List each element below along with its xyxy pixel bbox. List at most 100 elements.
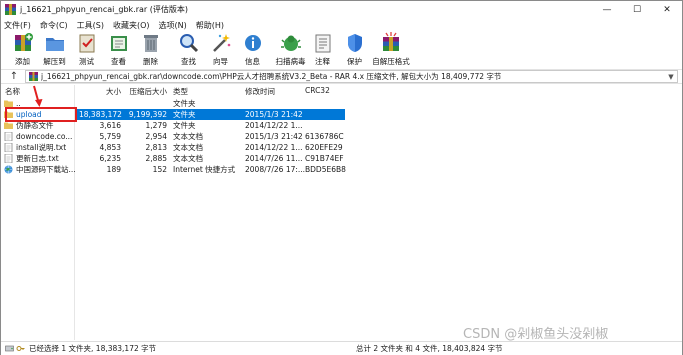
file-row-upload[interactable]: upload 18,383,172 9,199,392 文件夹 2015/1/3… [1,109,682,120]
window-title: j_16621_phpyun_rencai_gbk.rar (评估版本) [20,5,188,14]
column-type-header[interactable]: 类型 [173,86,188,97]
file-row-parent[interactable]: .. 文件夹 [1,98,682,109]
view-label: 查看 [111,57,126,66]
file-row-rewrite[interactable]: 伪静态文件 3,616 1,279 文件夹 2014/12/22 1... [1,120,682,131]
annotation-arrow [33,85,43,107]
sfx-label: 自解压格式 [372,57,410,66]
file-packed-size: 152 [152,165,167,174]
text-file-icon [4,143,13,152]
file-list: 名称 大小 压缩后大小 类型 修改时间 CRC32 .. 文件夹 upload [1,85,682,340]
file-row-shortcut[interactable]: 中国源码下载站... 189 152 Internet 快捷方式 2008/7/… [1,164,682,175]
find-button[interactable]: 查找 [173,32,204,67]
extract-to-button[interactable]: 解压到 [39,32,70,67]
file-name: install说明.txt [16,143,67,152]
file-name: 中国源码下载站... [16,165,76,174]
path-field[interactable]: j_16621_phpyun_rencai_gbk.rar\downcode.c… [25,70,678,83]
add-button[interactable]: 添加 [7,32,38,67]
menu-options[interactable]: 选项(N) [159,20,187,31]
trash-icon [143,35,158,52]
close-button[interactable]: ✕ [652,1,682,18]
globe-icon [4,165,13,174]
file-type: Internet 快捷方式 [173,165,236,174]
column-crc-header[interactable]: CRC32 [305,86,330,95]
file-packed-size: 2,885 [145,154,167,163]
view-button[interactable]: 查看 [103,32,134,67]
minimize-icon: — [602,4,612,15]
arrow-up-icon: ↑ [9,71,19,82]
file-modified: 2014/12/22 1... [245,143,303,152]
protect-label: 保护 [347,57,362,66]
maximize-button[interactable]: ☐ [622,1,652,18]
file-packed-size: 2,813 [145,143,167,152]
test-label: 测试 [79,57,94,66]
info-button[interactable]: 信息 [237,32,268,67]
comment-label: 注释 [315,57,330,66]
file-type: 文件夹 [173,121,196,130]
column-name-header[interactable]: 名称 [5,86,20,97]
status-bar: 已经选择 1 文件夹, 18,383,172 字节 总计 2 文件夹 和 4 文… [1,341,682,355]
column-modified-header[interactable]: 修改时间 [245,86,275,97]
up-level-button[interactable]: ↑ [7,70,21,84]
winrar-window: j_16621_phpyun_rencai_gbk.rar (评估版本) — ☐… [0,0,683,355]
wizard-label: 向导 [213,57,228,66]
menu-commands[interactable]: 命令(C) [40,20,68,31]
key-icon [16,346,25,351]
test-button[interactable]: 测试 [71,32,102,67]
find-label: 查找 [181,57,196,66]
winrar-app-icon [5,4,16,15]
file-row-install[interactable]: install说明.txt 4,853 2,813 文本文档 2014/12/2… [1,142,682,153]
protect-button[interactable]: 保护 [339,32,370,67]
comment-icon [315,34,330,53]
file-packed-size: 9,199,392 [128,110,167,119]
sfx-button[interactable]: 自解压格式 [371,32,411,67]
sfx-icon [383,32,399,51]
info-icon [244,35,261,51]
add-label: 添加 [15,57,30,66]
file-modified: 2008/7/26 17:... [245,165,306,174]
text-file-icon [4,154,13,163]
file-type: 文本文档 [173,154,203,163]
shield-icon [347,34,362,52]
magnifier-icon [179,34,198,53]
file-packed-size: 1,279 [145,121,167,130]
total-status: 总计 2 文件夹 和 4 文件, 18,403,824 字节 [356,344,503,353]
address-bar: ↑ j_16621_phpyun_rencai_gbk.rar\downcode… [1,69,682,84]
menu-tools[interactable]: 工具(S) [77,20,104,31]
column-size-header[interactable]: 大小 [97,86,121,97]
column-header-row: 名称 大小 压缩后大小 类型 修改时间 CRC32 [1,86,682,98]
comment-button[interactable]: 注释 [307,32,338,67]
column-packed-header[interactable]: 压缩后大小 [127,86,168,97]
file-type: 文件夹 [173,110,196,119]
wizard-button[interactable]: 向导 [205,32,236,67]
add-archive-icon [14,33,33,51]
info-label: 信息 [245,57,260,66]
file-size: 3,616 [99,121,121,130]
virus-scan-button[interactable]: 扫描病毒 [275,32,306,67]
close-icon: ✕ [663,4,671,15]
menu-help[interactable]: 帮助(H) [196,20,224,31]
virus-scan-label: 扫描病毒 [275,57,306,66]
toolbar: 添加 解压到 测试 查看 删除 查找 向导 信息 扫描病毒 注释 保护 自解压格… [1,32,682,68]
file-type: 文件夹 [173,99,196,108]
delete-button[interactable]: 删除 [135,32,166,67]
file-row-downcode[interactable]: downcode.co... 5,759 2,954 文本文档 2015/1/3… [1,131,682,142]
menu-favorites[interactable]: 收藏夹(O) [113,20,150,31]
wand-icon [212,34,230,52]
chevron-down-icon[interactable]: ▼ [665,73,677,81]
file-size: 4,853 [99,143,121,152]
view-book-icon [110,36,127,51]
file-packed-size: 2,954 [145,132,167,141]
virus-scan-icon [280,35,301,51]
csdn-watermark: CSDN @剁椒鱼头没剁椒 [463,327,609,342]
file-size: 6,235 [99,154,121,163]
file-crc: BDD5E6B8 [305,165,346,174]
file-name: 更新日志.txt [16,154,59,163]
window-controls: — ☐ ✕ [592,1,682,18]
file-type: 文本文档 [173,132,203,141]
delete-label: 删除 [143,57,158,66]
minimize-button[interactable]: — [592,1,622,18]
selection-status: 已经选择 1 文件夹, 18,383,172 字节 [29,344,157,353]
file-row-changelog[interactable]: 更新日志.txt 6,235 2,885 文本文档 2014/7/26 11..… [1,153,682,164]
menu-file[interactable]: 文件(F) [4,20,31,31]
file-modified: 2014/12/22 1... [245,121,303,130]
